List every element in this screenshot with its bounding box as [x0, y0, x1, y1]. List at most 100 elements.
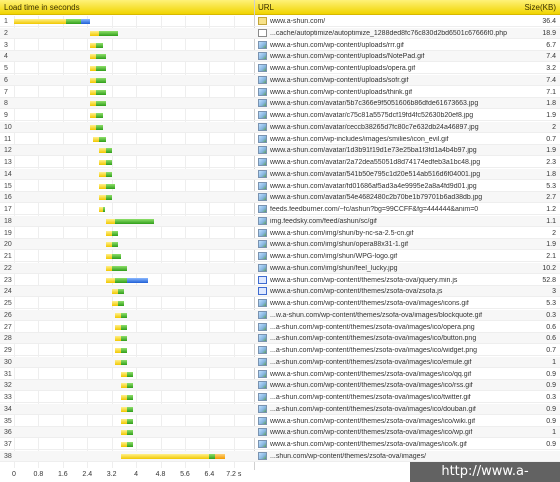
request-url[interactable]: www.a-shun.com/avatar/5b7c366e9f5051606b… — [270, 100, 508, 107]
load-time-bar[interactable] — [114, 359, 127, 365]
request-row[interactable]: 13 www.a-shun.com/avatar/2a72dea55051d8d7… — [0, 157, 560, 168]
load-time-bar[interactable] — [99, 183, 115, 189]
load-time-bar[interactable] — [120, 453, 225, 459]
request-url[interactable]: www.a-shun.com/wp-content/themes/zsofa-o… — [270, 277, 508, 284]
request-url[interactable]: www.a-shun.com/ — [270, 18, 508, 25]
load-time-bar[interactable] — [90, 89, 106, 95]
load-time-bar[interactable] — [99, 160, 112, 165]
request-url[interactable]: feeds.feedburner.com/~fc/ashun?bg=99CCFF… — [270, 206, 508, 213]
request-row[interactable]: 4 www.a-shun.com/wp-content/uploads/NoteP… — [0, 51, 560, 63]
request-url[interactable]: www.a-shun.com/wp-content/themes/zsofa-o… — [270, 288, 508, 295]
request-url[interactable]: ...a-shun.com/wp-content/themes/zsofa-ov… — [270, 347, 508, 354]
load-time-bar[interactable] — [105, 230, 118, 236]
load-time-bar[interactable] — [90, 124, 103, 130]
request-url[interactable]: www.a-shun.com/wp-content/themes/zsofa-o… — [270, 441, 508, 448]
load-time-bar[interactable] — [90, 42, 103, 48]
load-time-bar[interactable] — [105, 218, 155, 224]
load-time-bar[interactable] — [90, 66, 106, 71]
request-url[interactable]: www.a-shun.com/avatar/54e4682480c2b70be1… — [270, 194, 508, 201]
request-row[interactable]: 25 www.a-shun.com/wp-content/themes/zsofa… — [0, 298, 560, 309]
request-url[interactable]: www.a-shun.com/wp-includes/images/smilie… — [270, 136, 508, 143]
request-row[interactable]: 17 feeds.feedburner.com/~fc/ashun?bg=99CC… — [0, 204, 560, 215]
load-time-bar[interactable] — [120, 442, 134, 447]
request-row[interactable]: 22 www.a-shun.com/img/shun/feel_lucky.jpg… — [0, 262, 560, 274]
request-row[interactable]: 33 ...a-shun.com/wp-content/themes/zsofa-… — [0, 392, 560, 403]
load-time-bar[interactable] — [120, 406, 134, 412]
load-time-bar[interactable] — [105, 277, 149, 283]
load-time-bar[interactable] — [120, 383, 134, 389]
request-row[interactable]: 30 ...a-shun.com/wp-content/themes/zsofa-… — [0, 356, 560, 368]
request-url[interactable]: ...a-shun.com/wp-content/themes/zsofa-ov… — [270, 406, 508, 413]
request-row[interactable]: 12 www.a-shun.com/avatar/1d3b91f19d1e73e2… — [0, 145, 560, 157]
request-url[interactable]: ...cache/autoptimize/autoptimize_1288ded… — [270, 30, 508, 37]
load-time-bar[interactable] — [111, 289, 124, 295]
load-time-bar[interactable] — [99, 207, 105, 212]
request-url[interactable]: ...a-shun.com/wp-content/themes/zsofa-ov… — [270, 335, 508, 342]
load-time-bar[interactable] — [105, 265, 127, 271]
request-url[interactable]: www.a-shun.com/wp-content/uploads/sofr.g… — [270, 77, 508, 84]
load-time-bar[interactable] — [90, 54, 106, 60]
request-row[interactable]: 24 www.a-shun.com/wp-content/themes/zsofa… — [0, 286, 560, 298]
request-url[interactable]: ...shun.com/wp-content/themes/zsofa-ova/… — [270, 453, 508, 460]
request-row[interactable]: 20 www.a-shun.com/img/shun/opera88x31-1.g… — [0, 239, 560, 251]
request-url[interactable]: www.a-shun.com/img/shun/opera88x31-1.gif — [270, 241, 508, 248]
request-url[interactable]: www.a-shun.com/wp-content/themes/zsofa-o… — [270, 382, 508, 389]
request-row[interactable]: 10 www.a-shun.com/avatar/ceccb38265d7fc80… — [0, 121, 560, 133]
request-row[interactable]: 7 www.a-shun.com/wp-content/uploads/think… — [0, 87, 560, 98]
request-row[interactable]: 26 ...w.a-shun.com/wp-content/themes/zsof… — [0, 309, 560, 321]
request-url[interactable]: www.a-shun.com/img/shun/WPG-logo.gif — [270, 253, 508, 260]
request-row[interactable]: 28 ...a-shun.com/wp-content/themes/zsofa-… — [0, 333, 560, 345]
load-time-bar[interactable] — [114, 336, 127, 342]
request-row[interactable]: 2 ...cache/autoptimize/autoptimize_1288de… — [0, 27, 560, 39]
request-url[interactable]: img.feedsky.com/feed/ashun/sc/gif — [270, 218, 508, 225]
request-row[interactable]: 23 www.a-shun.com/wp-content/themes/zsofa… — [0, 275, 560, 286]
size-header[interactable]: Size(KB) — [524, 3, 556, 12]
load-time-bar[interactable] — [105, 254, 121, 259]
request-url[interactable]: ...w.a-shun.com/wp-content/themes/zsofa-… — [270, 312, 508, 319]
request-url[interactable]: www.a-shun.com/img/shun/by-nc-sa-2.5-cn.… — [270, 230, 508, 237]
load-time-bar[interactable] — [99, 195, 112, 201]
request-url[interactable]: www.a-shun.com/wp-content/themes/zsofa-o… — [270, 300, 508, 307]
request-row[interactable]: 9 www.a-shun.com/avatar/c75c81a5575dcf19f… — [0, 110, 560, 121]
request-row[interactable]: 35 www.a-shun.com/wp-content/themes/zsofa… — [0, 416, 560, 427]
request-url[interactable]: www.a-shun.com/wp-content/themes/zsofa-o… — [270, 371, 508, 378]
request-url[interactable]: ...a-shun.com/wp-content/themes/zsofa-ov… — [270, 324, 508, 331]
request-row[interactable]: 34 ...a-shun.com/wp-content/themes/zsofa-… — [0, 403, 560, 415]
request-row[interactable]: 21 www.a-shun.com/img/shun/WPG-logo.gif 2.… — [0, 251, 560, 262]
request-row[interactable]: 14 www.a-shun.com/avatar/541b50e795c1d20e… — [0, 168, 560, 180]
load-time-bar[interactable] — [105, 242, 118, 248]
request-url[interactable]: www.a-shun.com/avatar/fd01686af5ad3a4e99… — [270, 183, 508, 190]
load-time-bar[interactable] — [90, 30, 118, 36]
request-url[interactable]: ...a-shun.com/wp-content/themes/zsofa-ov… — [270, 359, 508, 366]
request-url[interactable]: ...a-shun.com/wp-content/themes/zsofa-ov… — [270, 394, 508, 401]
load-time-bar[interactable] — [120, 430, 134, 436]
load-time-bar[interactable] — [90, 77, 106, 83]
request-url[interactable]: www.a-shun.com/wp-content/themes/zsofa-o… — [270, 429, 508, 436]
request-row[interactable]: 38 ...shun.com/wp-content/themes/zsofa-ov… — [0, 450, 560, 462]
request-url[interactable]: www.a-shun.com/avatar/ceccb38265d7fc80c7… — [270, 124, 508, 131]
load-time-bar[interactable] — [114, 348, 127, 353]
request-url[interactable]: www.a-shun.com/avatar/c75c81a5575dcf19fd… — [270, 112, 508, 119]
request-row[interactable]: 15 www.a-shun.com/avatar/fd01686af5ad3a4e… — [0, 181, 560, 192]
load-time-bar[interactable] — [111, 301, 124, 306]
request-url[interactable]: www.a-shun.com/wp-content/uploads/rrr.gi… — [270, 42, 508, 49]
request-row[interactable]: 31 www.a-shun.com/wp-content/themes/zsofa… — [0, 369, 560, 380]
load-time-bar[interactable] — [99, 148, 112, 154]
load-time-bar[interactable] — [114, 324, 127, 330]
request-url[interactable]: www.a-shun.com/wp-content/uploads/NotePa… — [270, 53, 508, 60]
request-row[interactable]: 1 www.a-shun.com/36.4 — [0, 16, 560, 27]
url-header[interactable]: URL — [258, 3, 274, 12]
request-row[interactable]: 18 img.feedsky.com/feed/ashun/sc/gif 1.1 — [0, 215, 560, 227]
load-time-bar[interactable] — [120, 395, 134, 400]
load-time-bar[interactable] — [114, 312, 127, 318]
request-url[interactable]: www.a-shun.com/wp-content/uploads/think.… — [270, 89, 508, 96]
request-row[interactable]: 16 www.a-shun.com/avatar/54e4682480c2b70b… — [0, 192, 560, 204]
request-url[interactable]: www.a-shun.com/avatar/1d3b91f19d1e73e25b… — [270, 147, 508, 154]
request-url[interactable]: www.a-shun.com/img/shun/feel_lucky.jpg — [270, 265, 508, 272]
request-url[interactable]: www.a-shun.com/avatar/2a72dea55051d8d741… — [270, 159, 508, 166]
load-time-bar[interactable] — [90, 101, 106, 107]
request-url[interactable]: www.a-shun.com/wp-content/themes/zsofa-o… — [270, 418, 508, 425]
request-row[interactable]: 27 ...a-shun.com/wp-content/themes/zsofa-… — [0, 322, 560, 333]
request-row[interactable]: 19 www.a-shun.com/img/shun/by-nc-sa-2.5-c… — [0, 228, 560, 239]
request-row[interactable]: 3 www.a-shun.com/wp-content/uploads/rrr.g… — [0, 40, 560, 51]
